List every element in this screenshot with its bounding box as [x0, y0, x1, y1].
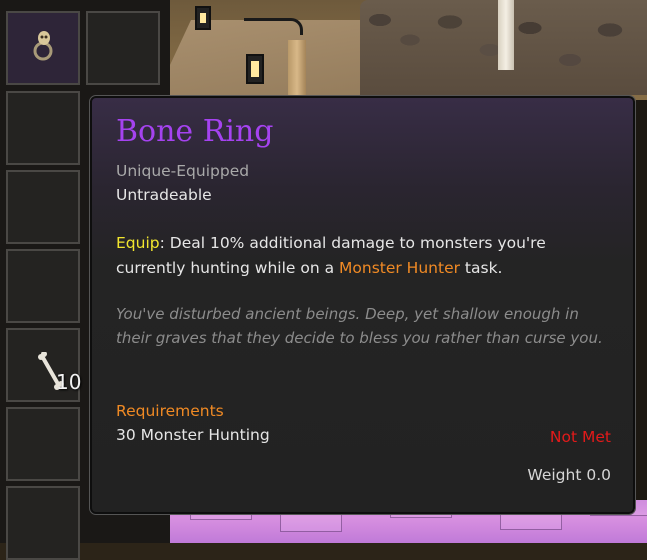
equip-text: task. — [459, 259, 503, 277]
inventory-slot[interactable] — [6, 170, 80, 244]
equip-effect-line-1: Equip: Deal 10% additional damage to mon… — [116, 234, 546, 252]
inventory-slot[interactable] — [86, 11, 160, 85]
lantern-icon — [195, 6, 211, 30]
birch-tree — [498, 0, 514, 70]
item-tag-unique: Unique-Equipped — [116, 162, 250, 180]
equip-effect-line-2: currently hunting while on a Monster Hun… — [116, 259, 502, 277]
task-highlight: Monster Hunter — [339, 259, 460, 277]
inventory-slot[interactable] — [6, 407, 80, 481]
equip-text: : Deal 10% additional damage to monsters… — [159, 234, 546, 252]
item-weight: Weight 0.0 — [527, 466, 611, 484]
requirements-heading: Requirements — [116, 402, 224, 420]
ring-icon — [33, 31, 53, 61]
item-quantity: 10 — [56, 370, 82, 394]
equip-label: Equip — [116, 234, 160, 252]
requirement-item: 30 Monster Hunting — [116, 426, 270, 444]
wooden-post — [288, 40, 306, 100]
background-shadow — [636, 100, 647, 500]
inventory-slot[interactable] — [6, 91, 80, 165]
item-tag-tradeable: Untradeable — [116, 186, 212, 204]
inventory-slot-bone-ring[interactable] — [6, 11, 80, 85]
flavor-text: You've disturbed ancient beings. Deep, y… — [116, 305, 603, 347]
item-title: Bone Ring — [116, 114, 274, 149]
requirement-status: Not Met — [549, 428, 611, 446]
lantern-icon — [246, 54, 264, 84]
inventory-slot[interactable] — [6, 249, 80, 323]
lantern-bracket — [244, 18, 303, 35]
inventory-slot-bone[interactable]: 10 — [6, 328, 82, 402]
inventory-slot[interactable] — [6, 486, 80, 560]
item-tooltip: Bone Ring Unique-Equipped Untradeable Eq… — [89, 95, 636, 515]
equip-text: currently hunting while on a — [116, 259, 340, 277]
